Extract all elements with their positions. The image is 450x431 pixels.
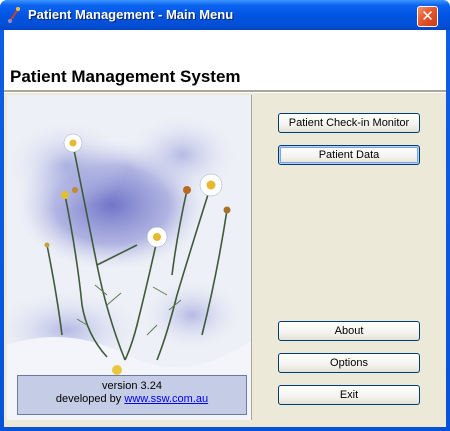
main-menu-window: Patient Management - Main Menu ✕ Patient…: [0, 0, 450, 431]
patient-check-in-monitor-button[interactable]: Patient Check-in Monitor: [278, 113, 420, 133]
flower-picture: version 3.24 developed by www.ssw.com.au: [7, 95, 252, 420]
window-title: Patient Management - Main Menu: [28, 7, 234, 22]
menu-panel: Patient Check-in Monitor Patient Data Ab…: [253, 95, 446, 420]
about-button[interactable]: About: [278, 321, 420, 341]
options-button[interactable]: Options: [278, 353, 420, 373]
close-icon: ✕: [421, 7, 434, 25]
website-link[interactable]: www.ssw.com.au: [124, 393, 208, 405]
version-info-box: version 3.24 developed by www.ssw.com.au: [17, 375, 247, 415]
header-panel: Patient Management System: [4, 30, 446, 91]
title-bar[interactable]: Patient Management - Main Menu ✕: [0, 0, 450, 30]
developed-by-label: developed by: [55, 393, 122, 405]
patient-data-button[interactable]: Patient Data: [278, 145, 420, 165]
developer-line: developed by www.ssw.com.au: [18, 393, 246, 406]
stethoscope-icon: [6, 6, 24, 24]
exit-button[interactable]: Exit: [278, 385, 420, 405]
watercolor-flowers-image: [7, 95, 251, 420]
close-button[interactable]: ✕: [417, 6, 438, 27]
header-divider: [4, 91, 446, 93]
client-area: Patient Management System version 3.24 d…: [4, 30, 446, 427]
page-title: Patient Management System: [10, 67, 241, 86]
version-text: version 3.24: [102, 380, 162, 392]
